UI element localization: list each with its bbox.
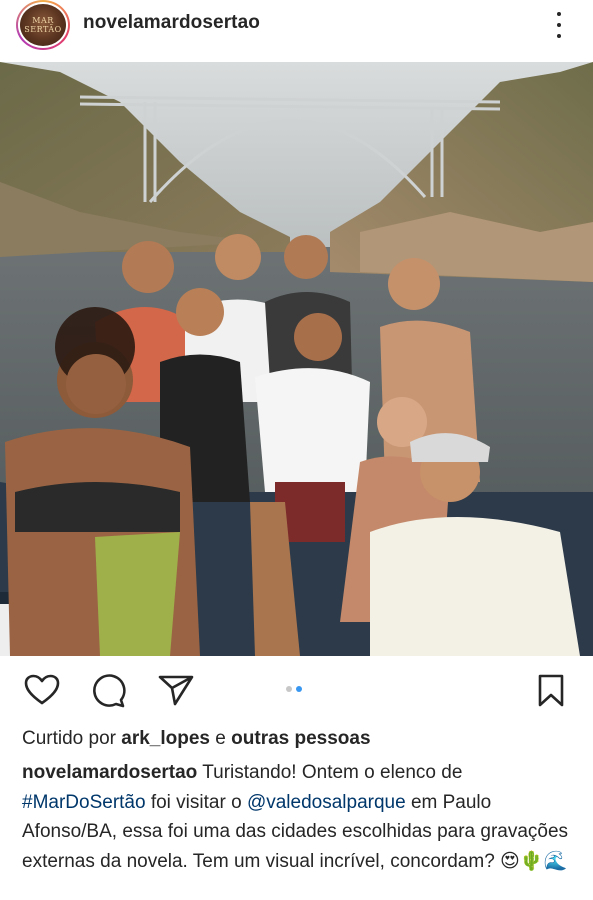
caption-text: Turistando! Ontem o elenco de (197, 762, 463, 783)
avatar[interactable]: MAR SERTÃO (16, 0, 70, 50)
username[interactable]: novelamardosertao (83, 12, 260, 34)
post-caption: novelamardosertao Turistando! Ontem o el… (22, 758, 582, 876)
likes-prefix: Curtido por (22, 728, 116, 749)
avatar-logo: MAR SERTÃO (18, 2, 68, 48)
liked-by-user[interactable]: ark_lopes (121, 728, 210, 749)
bookmark-icon[interactable] (537, 674, 565, 708)
liked-by-others[interactable]: outras pessoas (231, 728, 370, 749)
carousel-dot (286, 686, 292, 692)
post-header: MAR SERTÃO novelamardosertao (0, 0, 593, 50)
more-icon[interactable] (548, 10, 570, 40)
carousel-dot-active (296, 686, 302, 692)
caption-emojis: 😍🌵🌊 (500, 850, 568, 872)
caption-author[interactable]: novelamardosertao (22, 762, 197, 783)
heart-icon[interactable] (24, 674, 60, 706)
carousel-indicator (286, 686, 302, 692)
caption-text: foi visitar o (145, 791, 247, 813)
caption-hashtag[interactable]: #MarDoSertão (22, 792, 146, 813)
likes-conjunction: e (215, 728, 226, 749)
comment-icon[interactable] (91, 674, 127, 708)
post-photo[interactable] (0, 62, 593, 656)
caption-mention[interactable]: @valedosalparque (247, 792, 406, 813)
send-icon[interactable] (158, 674, 194, 706)
likes-summary[interactable]: Curtido por ark_lopes e outras pessoas (22, 728, 371, 750)
